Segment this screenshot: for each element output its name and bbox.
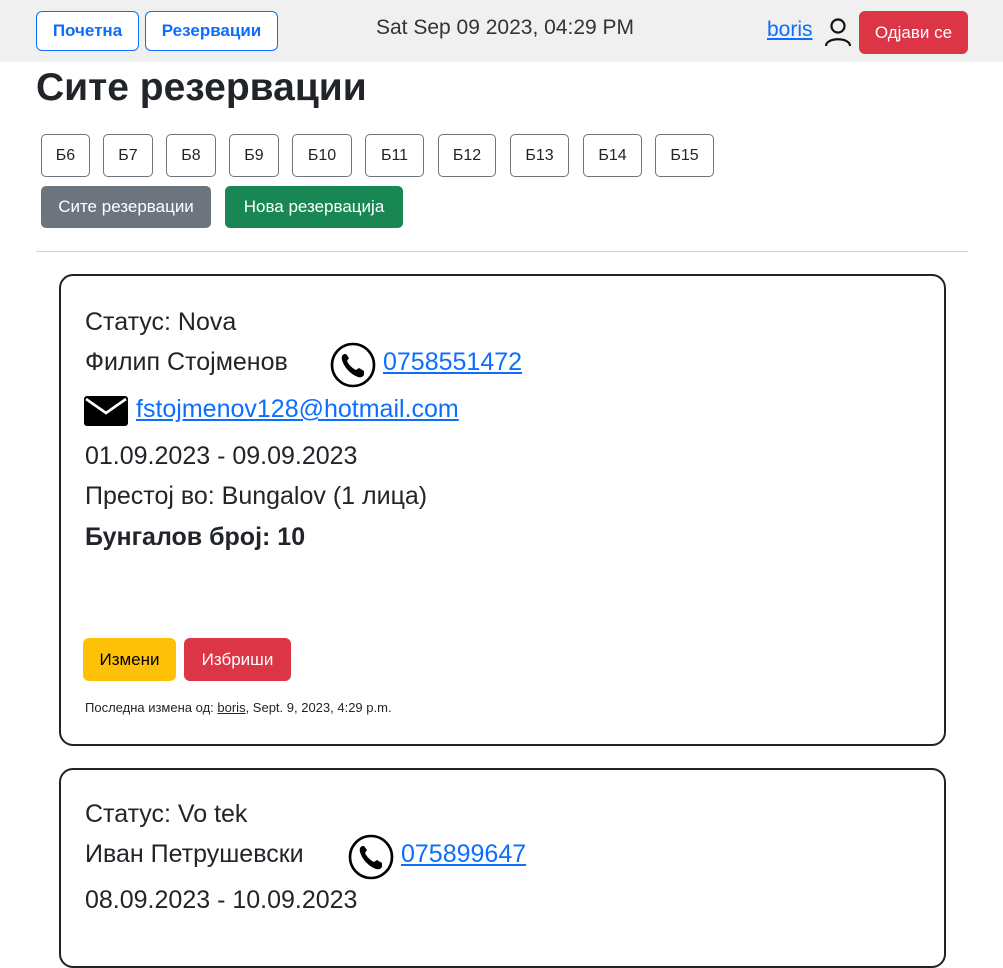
filter-b13-button[interactable]: Б13 (510, 134, 569, 177)
bungalow-number: Бунгалов број: 10 (85, 523, 306, 551)
top-navbar: Почетна Резервации Sat Sep 09 2023, 04:2… (0, 0, 1003, 62)
filter-b9-button[interactable]: Б9 (229, 134, 279, 177)
new-reservation-button[interactable]: Нова резервација (225, 186, 403, 228)
filter-b10-button[interactable]: Б10 (292, 134, 352, 177)
filter-b8-button[interactable]: Б8 (166, 134, 216, 177)
filter-b14-button[interactable]: Б14 (583, 134, 642, 177)
current-datetime: Sat Sep 09 2023, 04:29 PM (376, 16, 635, 39)
last-modified-time: , Sept. 9, 2023, 4:29 p.m. (245, 700, 392, 715)
page-title: Сите резервации (36, 66, 367, 109)
filter-b7-button[interactable]: Б7 (103, 134, 153, 177)
logout-button[interactable]: Одјави се (859, 11, 968, 54)
home-button[interactable]: Почетна (36, 11, 139, 51)
user-icon[interactable] (824, 17, 852, 47)
reservation-dates: 08.09.2023 - 10.09.2023 (85, 886, 358, 914)
envelope-icon (84, 396, 128, 426)
filter-b12-button[interactable]: Б12 (438, 134, 496, 177)
divider (36, 251, 968, 252)
delete-button[interactable]: Избриши (184, 638, 291, 681)
phone-link[interactable]: 0758551472 (383, 348, 522, 377)
phone-icon (330, 342, 376, 388)
phone-link[interactable]: 075899647 (401, 840, 526, 869)
reservation-status: Статус: Nova (85, 308, 237, 336)
filter-b15-button[interactable]: Б15 (655, 134, 714, 177)
filter-b11-button[interactable]: Б11 (365, 134, 424, 177)
last-modified-info: Последна измена од: boris, Sept. 9, 2023… (85, 700, 392, 715)
username-link[interactable]: boris (767, 18, 813, 42)
phone-icon (348, 834, 394, 880)
guest-name: Филип Стојменов (85, 348, 288, 376)
guest-name: Иван Петрушевски (85, 840, 304, 868)
reservation-card: Статус: Nova Филип Стојменов 0758551472 … (59, 274, 946, 746)
email-link[interactable]: fstojmenov128@hotmail.com (136, 395, 459, 424)
stay-info: Престој во: Bungalov (1 лица) (85, 482, 428, 510)
reservations-button[interactable]: Резервации (145, 11, 278, 51)
last-modified-label: Последна измена од: (85, 700, 214, 715)
all-reservations-button[interactable]: Сите резервации (41, 186, 211, 228)
last-modified-user-link[interactable]: boris (217, 700, 245, 715)
edit-button[interactable]: Измени (83, 638, 176, 681)
reservation-card: Статус: Vo tek Иван Петрушевски 07589964… (59, 768, 946, 968)
reservation-status: Статус: Vo tek (85, 800, 248, 828)
reservation-dates: 01.09.2023 - 09.09.2023 (85, 442, 358, 470)
filter-b6-button[interactable]: Б6 (41, 134, 90, 177)
